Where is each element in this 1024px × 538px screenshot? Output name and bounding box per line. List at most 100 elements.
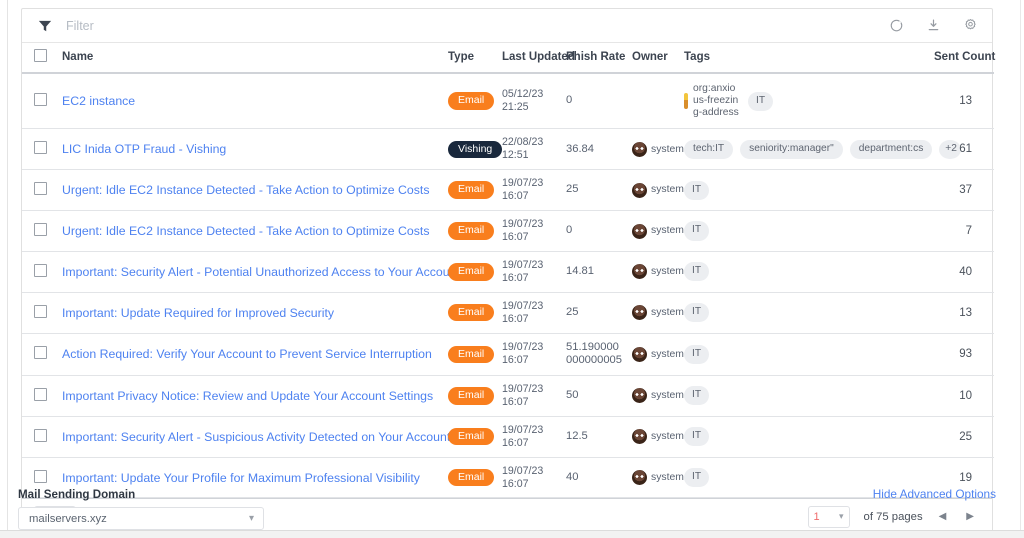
campaign-name-link[interactable]: EC2 instance — [62, 94, 135, 108]
left-gutter — [0, 0, 8, 538]
owner-cell: system — [628, 292, 680, 333]
header-phish-rate[interactable]: Phish Rate — [562, 43, 628, 73]
tag-chip[interactable]: IT — [684, 468, 709, 487]
owner-cell: system — [628, 375, 680, 416]
row-select-cell — [22, 129, 58, 170]
row-checkbox[interactable] — [34, 470, 47, 483]
avatar — [632, 264, 647, 279]
hide-advanced-options-link[interactable]: Hide Advanced Options — [873, 487, 996, 501]
campaign-name-link[interactable]: Important: Update Your Profile for Maxim… — [62, 471, 420, 485]
tag-chip[interactable]: department:cs — [850, 140, 933, 159]
row-checkbox[interactable] — [34, 93, 47, 106]
header-sent-count[interactable]: Sent Count — [930, 43, 994, 73]
tag-chip[interactable]: IT — [684, 427, 709, 446]
row-checkbox[interactable] — [34, 223, 47, 236]
tag-chip[interactable]: seniority:manager" — [740, 140, 843, 159]
updated-time: 16:07 — [502, 190, 558, 203]
campaign-name-link[interactable]: Important Privacy Notice: Review and Upd… — [62, 389, 433, 403]
tags-cell: IT — [680, 292, 930, 333]
table-row[interactable]: Important: Update Your Profile for Maxim… — [22, 457, 994, 498]
phish-rate-cell: 25 — [562, 292, 628, 333]
header-type[interactable]: Type — [444, 43, 498, 73]
row-select-cell — [22, 292, 58, 333]
refresh-icon[interactable] — [889, 18, 904, 33]
updated-time: 16:07 — [502, 272, 558, 285]
tag-chip[interactable]: IT — [684, 386, 709, 405]
tag-color-bar-icon — [684, 93, 688, 109]
table-row[interactable]: Urgent: Idle EC2 Instance Detected - Tak… — [22, 170, 994, 211]
campaign-name-link[interactable]: Important: Security Alert - Potential Un… — [62, 265, 460, 279]
table-header-row: Name Type Last Updated Phish Rate Owner … — [22, 43, 994, 73]
owner-cell: system — [628, 416, 680, 457]
row-checkbox[interactable] — [34, 182, 47, 195]
row-checkbox[interactable] — [34, 264, 47, 277]
window-bottom-bar — [0, 530, 1024, 538]
tag-overflow-chip[interactable]: +2 — [939, 140, 961, 159]
header-last-updated[interactable]: Last Updated — [498, 43, 562, 73]
owner-wrap: system — [632, 224, 676, 239]
header-tags[interactable]: Tags — [680, 43, 930, 73]
sent-count-cell: 37 — [930, 170, 994, 211]
owner-wrap: system — [632, 183, 676, 198]
app-root: Name Type Last Updated Phish Rate Owner … — [0, 0, 1024, 538]
table-row[interactable]: Action Required: Verify Your Account to … — [22, 333, 994, 375]
row-checkbox[interactable] — [34, 429, 47, 442]
tag-chip[interactable]: IT — [748, 92, 773, 111]
name-cell: Action Required: Verify Your Account to … — [58, 333, 444, 375]
tag-chip[interactable]: IT — [684, 262, 709, 281]
header-name[interactable]: Name — [58, 43, 444, 73]
campaign-name-link[interactable]: Important: Security Alert - Suspicious A… — [62, 430, 450, 444]
phish-rate-value: 36.84 — [566, 143, 624, 157]
owner-name: system — [651, 225, 677, 236]
name-cell: Important: Update Required for Improved … — [58, 292, 444, 333]
row-select-cell — [22, 375, 58, 416]
row-checkbox[interactable] — [34, 141, 47, 154]
tag-chip[interactable]: IT — [684, 221, 709, 240]
row-checkbox[interactable] — [34, 305, 47, 318]
next-page-button[interactable]: ▶ — [962, 511, 978, 522]
tag-chip[interactable]: IT — [684, 303, 709, 322]
owner-name: system — [651, 431, 677, 442]
campaign-name-link[interactable]: LIC Inida OTP Fraud - Vishing — [62, 142, 226, 156]
row-checkbox[interactable] — [34, 388, 47, 401]
download-icon[interactable] — [926, 18, 941, 33]
type-cell: Email — [444, 251, 498, 292]
org-tag[interactable]: org:anxious-freezing-address — [684, 83, 741, 119]
table-row[interactable]: Important Privacy Notice: Review and Upd… — [22, 375, 994, 416]
owner-name: system — [651, 349, 677, 360]
table-body: EC2 instanceEmail05/12/2321:250org:anxio… — [22, 73, 994, 498]
type-cell: Vishing — [444, 129, 498, 170]
page-number-select[interactable]: 1 ▾ — [808, 506, 850, 528]
updated-time: 16:07 — [502, 478, 558, 491]
mail-sending-domain-select[interactable]: mailservers.xyz ▾ — [18, 507, 264, 530]
owner-name: system — [651, 144, 677, 155]
gear-icon[interactable] — [963, 18, 978, 33]
phish-rate-value: 25 — [566, 183, 624, 197]
table-row[interactable]: EC2 instanceEmail05/12/2321:250org:anxio… — [22, 73, 994, 129]
name-cell: LIC Inida OTP Fraud - Vishing — [58, 129, 444, 170]
table-row[interactable]: Important: Security Alert - Potential Un… — [22, 251, 994, 292]
toolbar-actions — [889, 18, 982, 33]
campaign-name-link[interactable]: Important: Update Required for Improved … — [62, 306, 334, 320]
tag-chip[interactable]: IT — [684, 345, 709, 364]
owner-cell: system — [628, 129, 680, 170]
type-badge: Email — [448, 469, 494, 487]
table-row[interactable]: Urgent: Idle EC2 Instance Detected - Tak… — [22, 211, 994, 252]
prev-page-button[interactable]: ◀ — [935, 511, 951, 522]
type-badge: Email — [448, 92, 494, 110]
campaign-name-link[interactable]: Action Required: Verify Your Account to … — [62, 347, 432, 361]
campaign-name-link[interactable]: Urgent: Idle EC2 Instance Detected - Tak… — [62, 183, 430, 197]
table-row[interactable]: Important: Update Required for Improved … — [22, 292, 994, 333]
select-all-checkbox[interactable] — [34, 49, 47, 62]
filter-input[interactable] — [66, 19, 889, 33]
tags-cell: tech:ITseniority:manager"department:cs+2 — [680, 129, 930, 170]
table-row[interactable]: Important: Security Alert - Suspicious A… — [22, 416, 994, 457]
row-checkbox[interactable] — [34, 346, 47, 359]
table-row[interactable]: LIC Inida OTP Fraud - VishingVishing22/0… — [22, 129, 994, 170]
updated-date: 19/07/23 — [502, 424, 558, 437]
header-owner[interactable]: Owner — [628, 43, 680, 73]
campaign-name-link[interactable]: Urgent: Idle EC2 Instance Detected - Tak… — [62, 224, 430, 238]
tag-chip[interactable]: IT — [684, 181, 709, 200]
tag-chip[interactable]: tech:IT — [684, 140, 733, 159]
tag-list: IT — [684, 303, 926, 322]
